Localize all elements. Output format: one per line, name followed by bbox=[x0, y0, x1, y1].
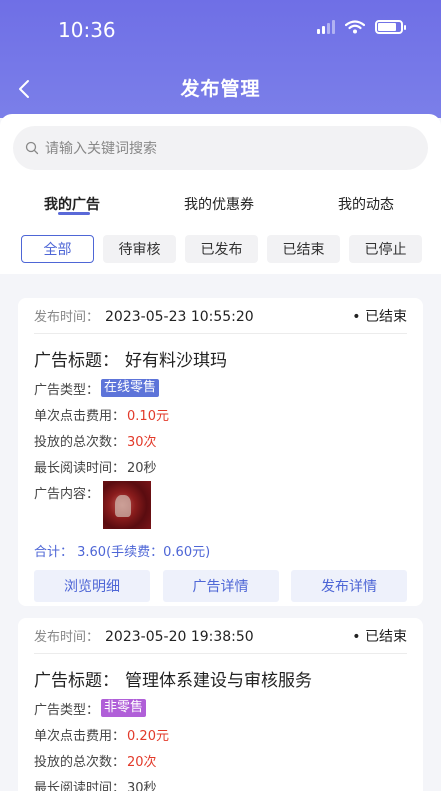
ad-title: 管理体系建设与审核服务 bbox=[125, 671, 312, 691]
ad-details-button[interactable]: 广告详情 bbox=[162, 570, 279, 602]
battery-icon bbox=[375, 20, 406, 34]
click-cost-row: 单次点击费用： 0.20元 bbox=[34, 725, 407, 744]
click-cost: 0.10元 bbox=[127, 408, 169, 424]
click-cost-row: 单次点击费用： 0.10元 bbox=[34, 405, 407, 424]
ad-title-label: 广告标题： bbox=[34, 671, 119, 691]
ad-card: 发布时间： 2023-05-20 19:38:50 已结束 广告标题： 管理体系建设… bbox=[18, 618, 423, 791]
click-cost: 0.20元 bbox=[127, 728, 169, 744]
page-title: 发布管理 bbox=[180, 78, 261, 100]
max-read-label: 最长阅读时间： bbox=[34, 780, 126, 791]
ad-title: 好有料沙琪玛 bbox=[125, 351, 227, 371]
max-read-label: 最长阅读时间： bbox=[34, 460, 126, 476]
app-header: 10:36 发布管理 bbox=[0, 0, 441, 118]
publish-time-label: 发布时间： bbox=[34, 310, 100, 325]
max-read-time: 20秒 bbox=[127, 460, 157, 476]
card-header: 发布时间： 2023-05-20 19:38:50 已结束 bbox=[34, 618, 407, 654]
status-filters: 全部 待审核 已发布 已结束 已停止 bbox=[21, 235, 422, 263]
wifi-icon bbox=[345, 20, 365, 34]
active-tab-indicator bbox=[58, 212, 90, 215]
ad-content-thumbnail[interactable] bbox=[103, 481, 152, 529]
filter-published[interactable]: 已发布 bbox=[185, 235, 258, 263]
signal-icon bbox=[317, 20, 335, 34]
publish-time: 2023-05-20 19:38:50 bbox=[105, 629, 254, 645]
view-details-button[interactable]: 浏览明细 bbox=[34, 570, 150, 602]
search-placeholder: 请输入关键词搜索 bbox=[45, 141, 157, 157]
filter-ended[interactable]: 已结束 bbox=[267, 235, 340, 263]
ad-title-row: 广告标题： 管理体系建设与审核服务 bbox=[34, 666, 407, 691]
ad-title-row: 广告标题： 好有料沙琪玛 bbox=[34, 346, 407, 371]
ad-type-row: 广告类型： 非零售 bbox=[34, 699, 407, 718]
filter-pending[interactable]: 待审核 bbox=[103, 235, 176, 263]
search-icon bbox=[25, 141, 39, 155]
filter-stopped[interactable]: 已停止 bbox=[349, 235, 422, 263]
total-times-label: 投放的总次数： bbox=[34, 434, 126, 450]
card-actions: 浏览明细 广告详情 发布详情 bbox=[34, 570, 407, 614]
ad-card: 发布时间： 2023-05-23 10:55:20 已结束 广告标题： 好有料沙琪玛… bbox=[18, 298, 423, 606]
ad-type-tag: 在线零售 bbox=[101, 379, 160, 397]
total-times-row: 投放的总次数： 20次 bbox=[34, 751, 407, 770]
ad-type-label: 广告类型： bbox=[34, 702, 100, 718]
tab-bar: 我的广告 我的优惠券 我的动态 bbox=[0, 194, 441, 224]
total-times-row: 投放的总次数： 30次 bbox=[34, 431, 407, 450]
click-cost-label: 单次点击费用： bbox=[34, 408, 126, 424]
ad-content-label: 广告内容： bbox=[34, 487, 100, 502]
ad-type-tag: 非零售 bbox=[101, 699, 147, 717]
tab-my-ads[interactable]: 我的广告 bbox=[44, 194, 100, 214]
ad-type-label: 广告类型： bbox=[34, 382, 100, 398]
search-input[interactable]: 请输入关键词搜索 bbox=[13, 126, 428, 170]
status-badge: 已结束 bbox=[352, 306, 407, 326]
total-cost: 合计： 3.60(手续费：0.60元) bbox=[34, 545, 211, 560]
filter-panel: 请输入关键词搜索 我的广告 我的优惠券 我的动态 全部 待审核 已发布 已结束 … bbox=[0, 114, 441, 274]
total-times: 30次 bbox=[127, 434, 157, 450]
status-badge: 已结束 bbox=[352, 626, 407, 646]
max-read-row: 最长阅读时间： 20秒 bbox=[34, 457, 407, 476]
publish-time-label: 发布时间： bbox=[34, 630, 100, 645]
filter-all[interactable]: 全部 bbox=[21, 235, 94, 263]
ad-type-row: 广告类型： 在线零售 bbox=[34, 379, 407, 398]
ad-title-label: 广告标题： bbox=[34, 351, 119, 371]
total-times: 20次 bbox=[127, 754, 157, 770]
status-time: 10:36 bbox=[58, 18, 116, 42]
max-read-time: 30秒 bbox=[127, 780, 157, 791]
tab-my-posts[interactable]: 我的动态 bbox=[338, 194, 394, 214]
total-times-label: 投放的总次数： bbox=[34, 754, 126, 770]
max-read-row: 最长阅读时间： 30秒 bbox=[34, 777, 407, 791]
publish-time: 2023-05-23 10:55:20 bbox=[105, 309, 254, 325]
ad-content-row: 广告内容： bbox=[34, 481, 407, 531]
tab-my-coupons[interactable]: 我的优惠券 bbox=[184, 194, 254, 214]
card-header: 发布时间： 2023-05-23 10:55:20 已结束 bbox=[34, 298, 407, 334]
status-icons bbox=[317, 20, 406, 34]
publish-details-button[interactable]: 发布详情 bbox=[291, 570, 407, 602]
click-cost-label: 单次点击费用： bbox=[34, 728, 126, 744]
